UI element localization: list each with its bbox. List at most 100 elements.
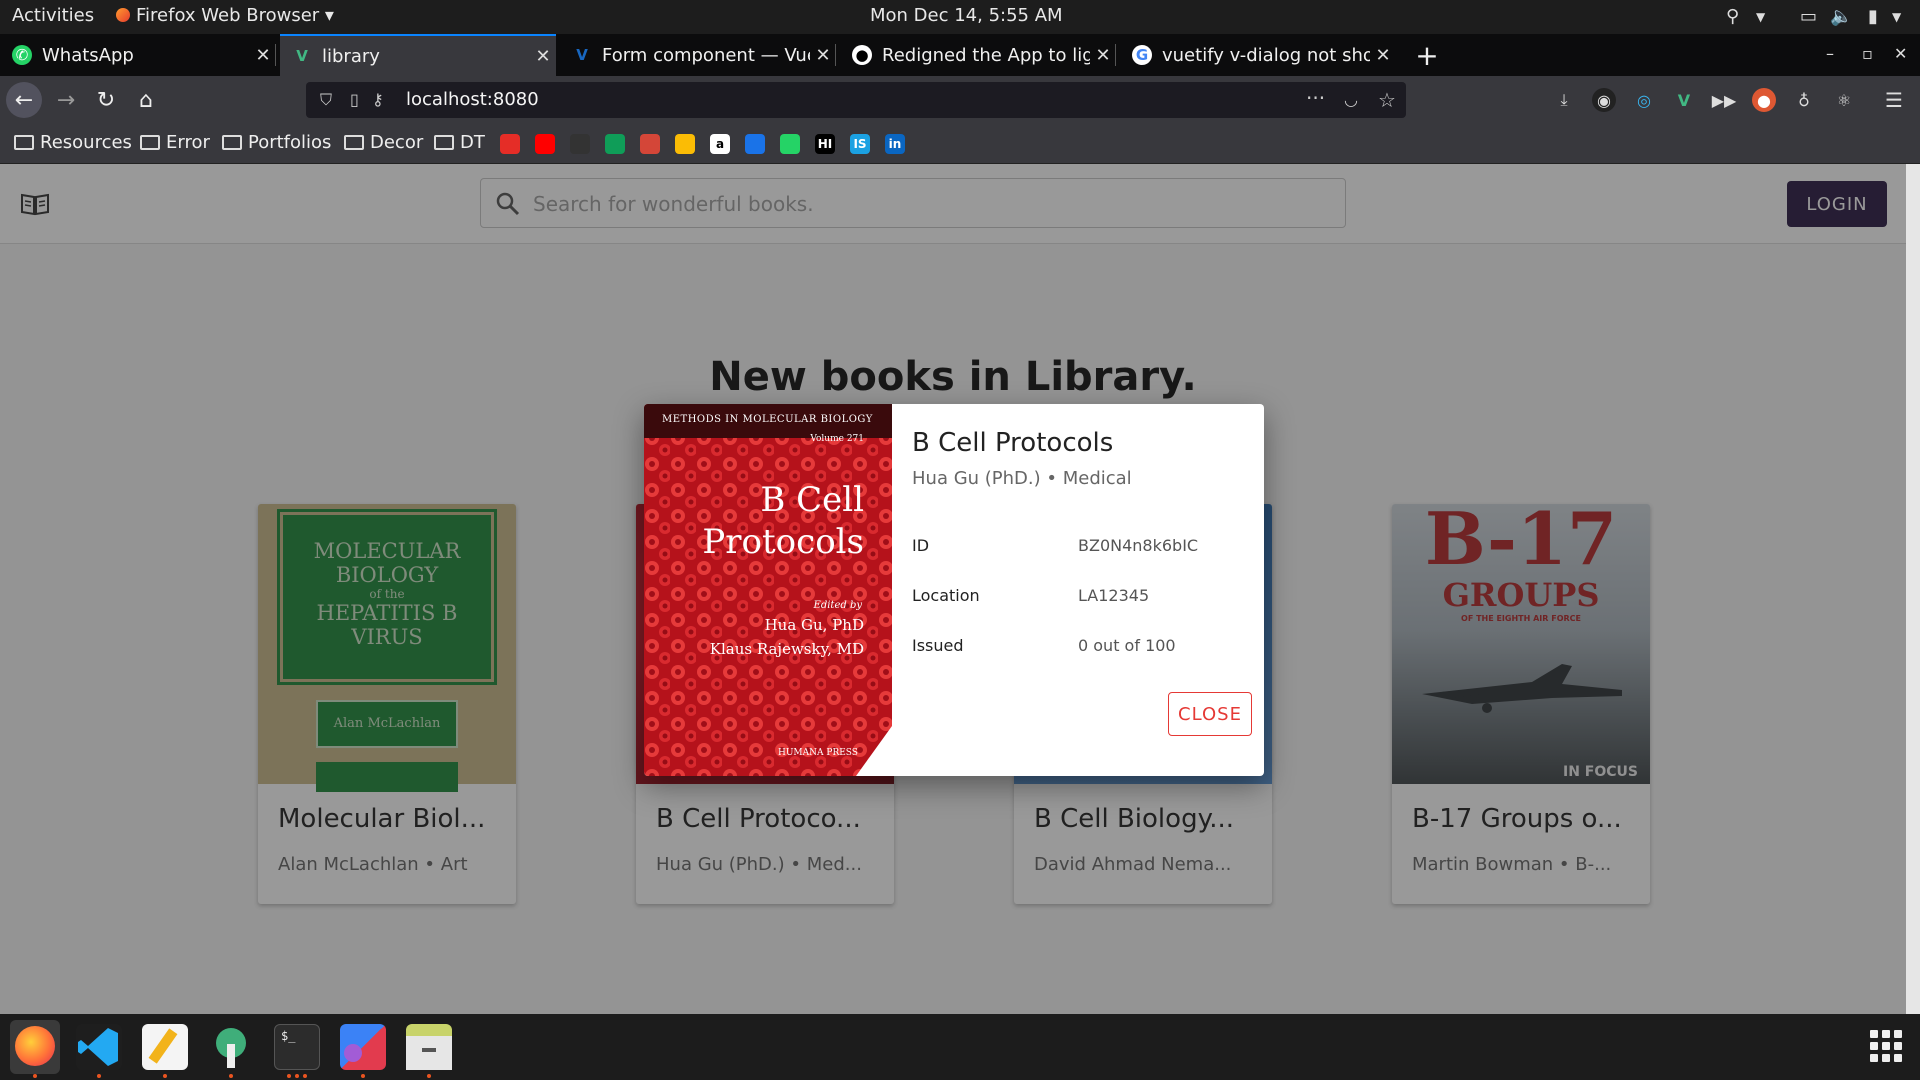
- cover-text: Hua Gu, PhD: [764, 616, 864, 634]
- bookmark-label: DT: [460, 132, 485, 153]
- is-icon[interactable]: IS: [850, 134, 870, 154]
- bookmark-folder-resources[interactable]: Resources: [14, 132, 132, 153]
- chevron-down-icon[interactable]: ▼: [1756, 10, 1765, 24]
- youtube-icon[interactable]: [535, 134, 555, 154]
- github-icon[interactable]: [570, 134, 590, 154]
- detail-label: ID: [912, 536, 930, 555]
- maximize-icon[interactable]: ▫: [1862, 44, 1873, 63]
- tab-form-component[interactable]: V Form component — Vuetify ✕: [560, 34, 836, 76]
- github-icon: ●: [852, 45, 872, 65]
- show-applications-icon[interactable]: [1870, 1030, 1902, 1062]
- battery-icon[interactable]: ▮: [1868, 6, 1878, 27]
- bookmark-folder-error[interactable]: Error: [140, 132, 210, 153]
- extension-icon[interactable]: ◉: [1592, 88, 1616, 112]
- url-bar[interactable]: ⛉ ▯ ⚷ localhost:8080 ··· ◡ ☆: [306, 82, 1406, 118]
- linkedin-icon[interactable]: in: [885, 134, 905, 154]
- screen-icon[interactable]: ▭: [1800, 6, 1817, 27]
- pocket-icon[interactable]: ◡: [1344, 90, 1358, 109]
- bookmark-folder-portfolios[interactable]: Portfolios: [222, 132, 331, 153]
- forward-button[interactable]: →: [48, 82, 84, 118]
- activities-button[interactable]: Activities: [12, 5, 94, 26]
- detail-label: Issued: [912, 636, 964, 655]
- extension-icon[interactable]: ◎: [1632, 88, 1656, 112]
- folder-icon: [344, 135, 364, 150]
- accessibility-icon[interactable]: ⚲: [1726, 6, 1739, 27]
- page-icon: ▯: [350, 90, 359, 109]
- cover-text: Klaus Rajewsky, MD: [709, 640, 864, 658]
- minimize-icon[interactable]: –: [1826, 44, 1834, 63]
- system-top-bar: Activities Firefox Web Browser ▾ Mon Dec…: [0, 0, 1920, 34]
- tab-strip: ✆ WhatsApp ✕ V library ✕ V Form componen…: [0, 34, 1920, 76]
- tab-google[interactable]: G vuetify v-dialog not showing ✕: [1120, 34, 1396, 76]
- text-editor-dock-icon[interactable]: [142, 1024, 188, 1070]
- close-button[interactable]: CLOSE: [1168, 692, 1252, 736]
- close-window-icon[interactable]: ✕: [1894, 44, 1907, 63]
- vue-devtools-icon[interactable]: V: [1672, 88, 1696, 112]
- reload-button[interactable]: ↻: [88, 82, 124, 118]
- vue-icon: V: [296, 47, 308, 65]
- dialog-subtitle: Hua Gu (PhD.) • Medical: [912, 468, 1132, 489]
- tweaks-dock-icon[interactable]: [208, 1024, 254, 1070]
- close-icon[interactable]: ✕: [250, 45, 276, 66]
- firefox-icon: [116, 8, 130, 22]
- navigation-toolbar: ← → ↻ ⌂ ⛉ ▯ ⚷ localhost:8080 ··· ◡ ☆ ⤓ ◉…: [0, 76, 1920, 124]
- web-page: LOGIN New books in Library. MOLECULAR BI…: [0, 164, 1906, 1014]
- bookmark-folder-dt[interactable]: DT: [434, 132, 485, 153]
- bookmark-label: Decor: [370, 132, 424, 153]
- home-button[interactable]: ⌂: [128, 82, 164, 118]
- detail-value: 0 out of 100: [1078, 636, 1176, 655]
- whatsapp-icon[interactable]: [780, 134, 800, 154]
- vuetify-icon: V: [576, 46, 588, 64]
- tab-title: WhatsApp: [42, 44, 134, 66]
- dialog-title: B Cell Protocols: [912, 428, 1114, 458]
- app-menu[interactable]: Firefox Web Browser ▾: [116, 5, 334, 26]
- back-button[interactable]: ←: [6, 82, 42, 118]
- detail-value: BZ0N4n8k6bIC: [1078, 536, 1199, 555]
- taskbar-dock: $_: [0, 1014, 1920, 1080]
- bulb-icon[interactable]: ♁: [1792, 88, 1816, 112]
- menu-icon[interactable]: ☰: [1882, 88, 1906, 112]
- youtube-music-icon[interactable]: [500, 134, 520, 154]
- app-menu-label: Firefox Web Browser ▾: [136, 5, 334, 26]
- cover-text: METHODS IN MOLECULAR BIOLOGY: [662, 414, 873, 425]
- clock[interactable]: Mon Dec 14, 5:55 AM: [870, 5, 1063, 26]
- book-details-dialog: METHODS IN MOLECULAR BIOLOGY Volume 271 …: [644, 404, 1264, 776]
- cover-text: B Cell: [760, 480, 864, 520]
- terminal-dock-icon[interactable]: $_: [274, 1024, 320, 1070]
- scrollbar[interactable]: [1906, 164, 1920, 1014]
- dialog-book-cover: METHODS IN MOLECULAR BIOLOGY Volume 271 …: [644, 404, 892, 776]
- cover-text: HUMANA PRESS: [778, 748, 858, 758]
- media-icon[interactable]: [745, 134, 765, 154]
- tab-github[interactable]: ● Redigned the App to light ✕: [840, 34, 1116, 76]
- drive-icon[interactable]: [675, 134, 695, 154]
- google-icon: G: [1132, 45, 1152, 65]
- chevron-down-icon[interactable]: ▼: [1892, 10, 1901, 24]
- whatsapp-icon: ✆: [12, 45, 32, 65]
- tab-library[interactable]: V library ✕: [280, 34, 556, 76]
- more-actions-icon[interactable]: ···: [1306, 86, 1325, 110]
- close-icon[interactable]: ✕: [1370, 45, 1396, 66]
- extension-icon[interactable]: ▶▶: [1712, 88, 1737, 112]
- gmail-icon[interactable]: [640, 134, 660, 154]
- folder-icon: [434, 135, 454, 150]
- hackerrank-icon[interactable]: HI: [815, 134, 835, 154]
- bookmark-folder-decor[interactable]: Decor: [344, 132, 423, 153]
- close-icon[interactable]: ✕: [810, 45, 836, 66]
- tab-whatsapp[interactable]: ✆ WhatsApp ✕: [0, 34, 276, 76]
- bookmark-star-icon[interactable]: ☆: [1378, 88, 1396, 112]
- firefox-dock-icon[interactable]: [10, 1020, 60, 1074]
- volume-icon[interactable]: 🔈: [1830, 6, 1852, 27]
- screenshot-dock-icon[interactable]: [340, 1024, 386, 1070]
- hangouts-icon[interactable]: [605, 134, 625, 154]
- amazon-icon[interactable]: a: [710, 134, 730, 154]
- close-icon[interactable]: ✕: [530, 46, 556, 67]
- files-dock-icon[interactable]: [406, 1024, 452, 1070]
- close-icon[interactable]: ✕: [1090, 45, 1116, 66]
- vscode-dock-icon[interactable]: [76, 1024, 122, 1070]
- duckduckgo-icon[interactable]: ●: [1752, 88, 1776, 112]
- cover-text: Protocols: [702, 522, 864, 562]
- url-text[interactable]: localhost:8080: [406, 89, 539, 110]
- new-tab-button[interactable]: +: [1412, 34, 1442, 76]
- react-devtools-icon[interactable]: ⚛: [1832, 88, 1856, 112]
- download-icon[interactable]: ⤓: [1552, 88, 1576, 112]
